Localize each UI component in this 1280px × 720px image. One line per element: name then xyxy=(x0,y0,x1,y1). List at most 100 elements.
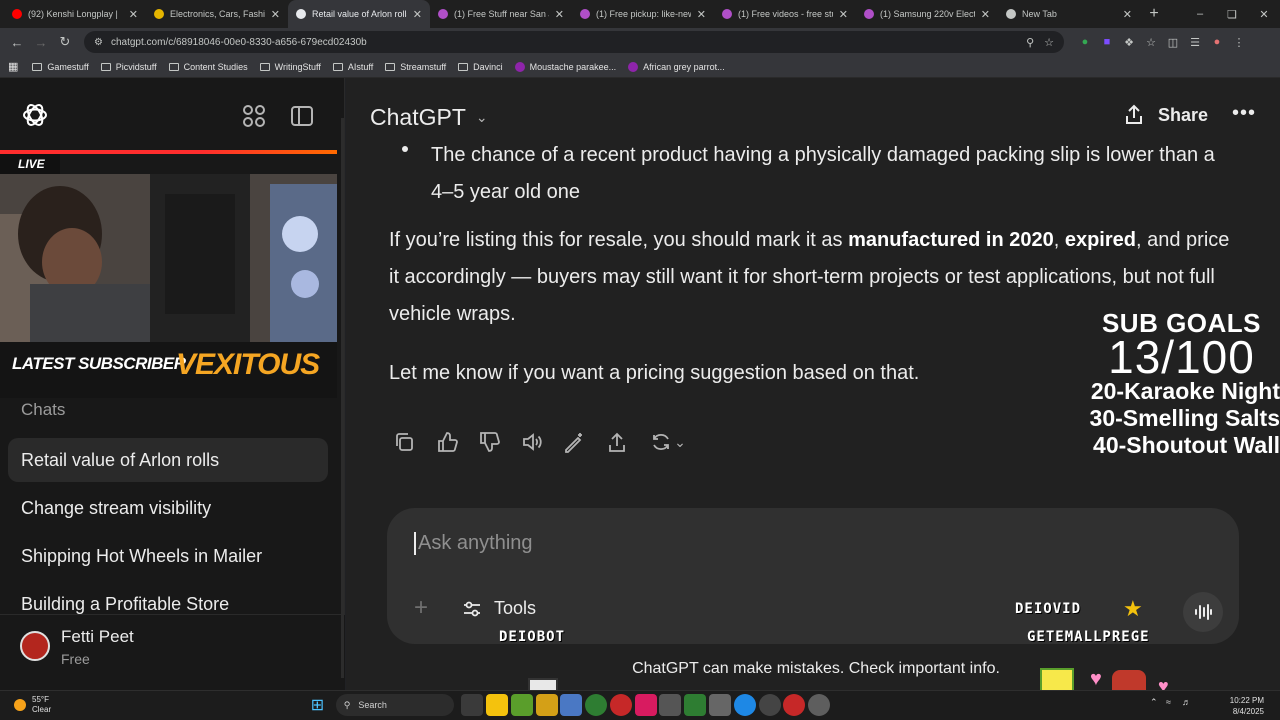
user-name: Fetti Peet xyxy=(61,627,134,646)
bookmark-item[interactable]: Davinci xyxy=(458,62,503,72)
bookmark-item[interactable]: Picvidstuff xyxy=(100,62,157,72)
split-view-icon[interactable]: ◫ xyxy=(1162,31,1184,53)
gpts-grid-icon[interactable] xyxy=(242,104,266,128)
browser-tab[interactable]: New Tab ✕ xyxy=(998,0,1140,28)
date: 8/4/2025 xyxy=(1232,707,1264,716)
browser-tab[interactable]: Retail value of Arlon rolls ✕ xyxy=(288,0,430,28)
bookmark-item[interactable]: Streamstuff xyxy=(385,62,446,72)
bookmark-favicon-icon xyxy=(628,61,639,72)
browser-tab[interactable]: (1) Free pickup: like-new p ✕ xyxy=(572,0,714,28)
bookmark-item[interactable]: Content Studies xyxy=(168,62,248,72)
close-window-button[interactable]: ✕ xyxy=(1248,0,1280,28)
bold-text: expired xyxy=(1064,229,1136,251)
bookmarks-icon[interactable]: ☆ xyxy=(1140,31,1162,53)
chevron-up-icon[interactable]: ⌃ xyxy=(1150,697,1162,709)
chat-item[interactable]: Shipping Hot Wheels in Mailer xyxy=(8,534,328,578)
app-icon[interactable] xyxy=(634,694,657,716)
search-label: Search xyxy=(358,700,387,710)
taskbar-apps: ⊞ ⚲ Search xyxy=(305,694,832,716)
taskbar-search[interactable]: ⚲ Search xyxy=(335,694,454,716)
chat-item-selected[interactable]: Retail value of Arlon rolls xyxy=(8,438,328,482)
thumbs-up-button[interactable] xyxy=(432,427,462,457)
composer[interactable]: Ask anything + Tools xyxy=(387,508,1239,644)
zoom-icon[interactable]: ⚲ xyxy=(1026,36,1034,49)
app-icon[interactable] xyxy=(733,694,756,716)
close-tab-icon[interactable]: ✕ xyxy=(413,8,422,21)
browser-tab[interactable]: (92) Kenshi Longplay | ✕ xyxy=(4,0,146,28)
minimize-button[interactable]: – xyxy=(1184,0,1216,28)
bookmark-label: AIstuff xyxy=(347,61,374,72)
task-view-icon[interactable] xyxy=(461,694,484,716)
bookmark-item[interactable]: African grey parrot... xyxy=(628,61,725,72)
copy-button[interactable] xyxy=(389,427,419,457)
browser-tab[interactable]: Electronics, Cars, Fashion, ✕ xyxy=(146,0,288,28)
windows-start-icon[interactable]: ⊞ xyxy=(306,694,328,716)
explorer-icon[interactable] xyxy=(485,694,508,716)
close-tab-icon[interactable]: ✕ xyxy=(981,8,990,21)
thumbs-down-button[interactable] xyxy=(474,427,504,457)
extension-icon[interactable]: ● xyxy=(1074,31,1096,53)
bookmark-item[interactable]: AIstuff xyxy=(332,61,374,72)
browser-tab[interactable]: (1) Samsung 220v Electric ✕ xyxy=(856,0,998,28)
add-attachment-icon[interactable]: + xyxy=(414,594,428,622)
weather-condition: Clear xyxy=(32,705,52,714)
tab-favicon-icon xyxy=(722,9,732,19)
apps-icon[interactable]: ▦ xyxy=(8,60,18,73)
close-tab-icon[interactable]: ✕ xyxy=(1123,8,1132,21)
reload-button[interactable]: ↻ xyxy=(54,31,76,53)
wifi-icon[interactable]: ≈ xyxy=(1166,697,1178,709)
tools-button[interactable]: Tools xyxy=(462,598,536,619)
more-options-icon[interactable]: ••• xyxy=(1232,102,1256,125)
close-tab-icon[interactable]: ✕ xyxy=(271,8,280,21)
bookmark-item[interactable]: Gamestuff xyxy=(32,62,89,72)
edit-button[interactable] xyxy=(559,427,589,457)
close-tab-icon[interactable]: ✕ xyxy=(839,8,848,21)
app-icon[interactable] xyxy=(684,694,707,716)
regenerate-button[interactable]: ⌄ xyxy=(644,427,692,457)
openai-logo-icon[interactable] xyxy=(20,100,50,130)
address-bar[interactable]: ⚙ chatgpt.com/c/68918046-00e0-8330-a656-… xyxy=(84,31,1064,53)
maximize-button[interactable]: ❏ xyxy=(1216,0,1248,28)
menu-icon[interactable]: ⋮ xyxy=(1228,31,1250,53)
share-message-button[interactable] xyxy=(602,427,632,457)
toggle-sidebar-icon[interactable] xyxy=(290,104,314,128)
minecraft-icon[interactable] xyxy=(510,694,533,716)
thumbs-up-icon xyxy=(437,432,458,452)
prompt-input[interactable]: Ask anything xyxy=(414,532,533,555)
puzzle-icon[interactable]: ❖ xyxy=(1118,31,1140,53)
read-aloud-button[interactable] xyxy=(517,427,547,457)
bookmark-star-icon[interactable]: ☆ xyxy=(1044,36,1054,49)
chrome-icon[interactable] xyxy=(585,694,608,716)
share-button[interactable]: Share xyxy=(1124,104,1208,126)
app-icon[interactable] xyxy=(708,694,731,716)
bookmark-item[interactable]: WritingStuff xyxy=(259,62,321,72)
clock[interactable]: 10:22 PM 8/4/2025 xyxy=(1230,695,1264,717)
browser-tab[interactable]: (1) Free Stuff near San Jose ✕ xyxy=(430,0,572,28)
weather-widget[interactable]: 55°F Clear xyxy=(14,695,51,715)
app-icon[interactable] xyxy=(758,694,781,716)
close-tab-icon[interactable]: ✕ xyxy=(697,8,706,21)
new-tab-button[interactable]: + xyxy=(1140,0,1168,28)
user-menu[interactable]: Fetti Peet Free xyxy=(0,614,345,690)
voice-mode-button[interactable] xyxy=(1183,592,1223,632)
close-tab-icon[interactable]: ✕ xyxy=(555,8,564,21)
browser-tab[interactable]: (1) Free videos - free stuff ✕ xyxy=(714,0,856,28)
bookmark-item[interactable]: Moustache parakee... xyxy=(514,61,616,72)
media-icon[interactable]: ☰ xyxy=(1184,31,1206,53)
profile-avatar[interactable]: ● xyxy=(1206,31,1228,53)
sidebar-scrollbar[interactable] xyxy=(341,118,344,678)
app-icon[interactable] xyxy=(659,694,682,716)
back-button[interactable]: ← xyxy=(6,31,28,53)
app-icon[interactable] xyxy=(808,694,831,716)
app-icon[interactable] xyxy=(609,694,632,716)
site-info-icon[interactable]: ⚙ xyxy=(94,37,103,48)
forward-button[interactable]: → xyxy=(30,31,52,53)
model-selector[interactable]: ChatGPT ⌄ xyxy=(370,104,488,131)
app-icon[interactable] xyxy=(535,694,558,716)
app-icon[interactable] xyxy=(783,694,806,716)
close-tab-icon[interactable]: ✕ xyxy=(129,8,138,21)
chat-item[interactable]: Change stream visibility xyxy=(8,486,328,530)
volume-icon[interactable]: ♬ xyxy=(1182,697,1194,709)
extension-icon[interactable]: ■ xyxy=(1096,31,1118,53)
app-icon[interactable] xyxy=(560,694,583,716)
